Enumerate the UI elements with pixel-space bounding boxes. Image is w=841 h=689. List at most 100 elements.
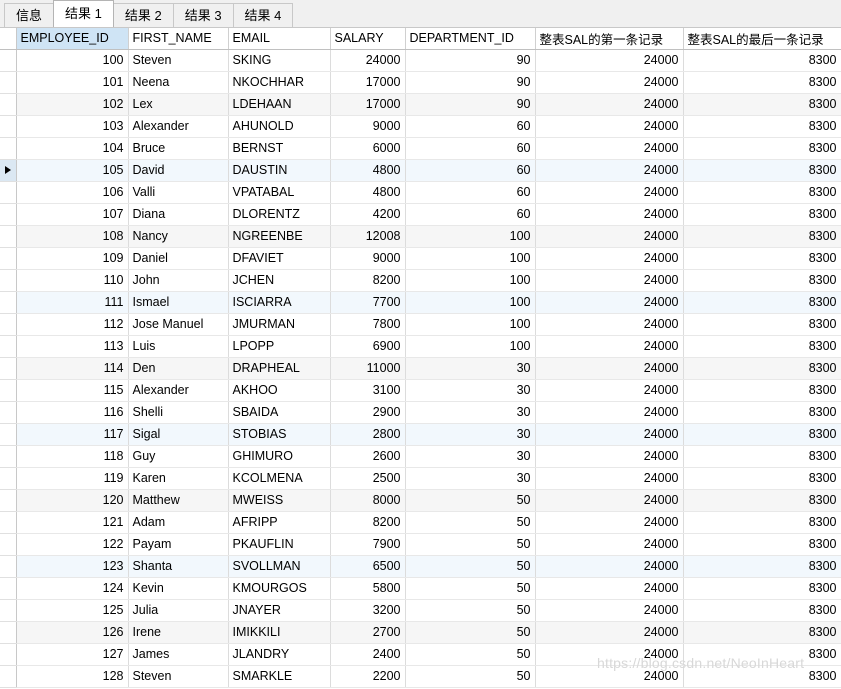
cell-6[interactable]: 8300 xyxy=(683,423,841,446)
cell-3[interactable]: 4800 xyxy=(330,181,406,204)
cell-3[interactable]: 3100 xyxy=(330,379,406,402)
cell-2[interactable]: JMURMAN xyxy=(228,313,331,336)
row-selector-cell[interactable] xyxy=(0,401,17,424)
cell-4[interactable]: 50 xyxy=(405,599,536,622)
cell-5[interactable]: 24000 xyxy=(535,313,684,336)
cell-1[interactable]: Lex xyxy=(128,93,229,116)
row-selector-cell[interactable] xyxy=(0,291,17,314)
result-tab-0[interactable]: 信息 xyxy=(4,3,55,27)
cell-2[interactable]: MWEISS xyxy=(228,489,331,512)
cell-5[interactable]: 24000 xyxy=(535,489,684,512)
table-row[interactable]: 126 Irene IMIKKILI 2700 50 24000 8300 xyxy=(0,621,841,644)
cell-3[interactable]: 17000 xyxy=(330,93,406,116)
cell-2[interactable]: DFAVIET xyxy=(228,247,331,270)
cell-6[interactable]: 8300 xyxy=(683,313,841,336)
row-selector-cell[interactable] xyxy=(0,225,17,248)
row-selector-cell[interactable] xyxy=(0,181,17,204)
row-selector-cell[interactable] xyxy=(0,511,17,534)
cell-1[interactable]: Neena xyxy=(128,71,229,94)
row-selector-cell[interactable] xyxy=(0,71,17,94)
cell-0[interactable]: 123 xyxy=(16,555,129,578)
cell-0[interactable]: 103 xyxy=(16,115,129,138)
table-row[interactable]: 121 Adam AFRIPP 8200 50 24000 8300 xyxy=(0,511,841,534)
table-row[interactable]: 111 Ismael ISCIARRA 7700 100 24000 8300 xyxy=(0,291,841,314)
cell-3[interactable]: 2500 xyxy=(330,467,406,490)
cell-4[interactable]: 50 xyxy=(405,577,536,600)
cell-3[interactable]: 2800 xyxy=(330,423,406,446)
cell-5[interactable]: 24000 xyxy=(535,225,684,248)
cell-4[interactable]: 100 xyxy=(405,225,536,248)
cell-2[interactable]: VPATABAL xyxy=(228,181,331,204)
cell-6[interactable]: 8300 xyxy=(683,137,841,160)
row-selector-cell[interactable] xyxy=(0,643,17,666)
table-row[interactable]: 123 Shanta SVOLLMAN 6500 50 24000 8300 xyxy=(0,555,841,578)
cell-3[interactable]: 9000 xyxy=(330,247,406,270)
cell-0[interactable]: 126 xyxy=(16,621,129,644)
cell-0[interactable]: 112 xyxy=(16,313,129,336)
cell-1[interactable]: Bruce xyxy=(128,137,229,160)
row-selector-cell[interactable] xyxy=(0,357,17,380)
cell-5[interactable]: 24000 xyxy=(535,599,684,622)
row-selector-cell[interactable] xyxy=(0,533,17,556)
row-selector-cell[interactable] xyxy=(0,621,17,644)
column-header-4[interactable]: DEPARTMENT_ID xyxy=(405,28,536,50)
cell-1[interactable]: Den xyxy=(128,357,229,380)
cell-1[interactable]: Steven xyxy=(128,665,229,688)
table-row[interactable]: 117 Sigal STOBIAS 2800 30 24000 8300 xyxy=(0,423,841,446)
cell-1[interactable]: Julia xyxy=(128,599,229,622)
cell-6[interactable]: 8300 xyxy=(683,621,841,644)
cell-6[interactable]: 8300 xyxy=(683,379,841,402)
cell-3[interactable]: 5800 xyxy=(330,577,406,600)
cell-1[interactable]: Alexander xyxy=(128,379,229,402)
table-row[interactable]: 102 Lex LDEHAAN 17000 90 24000 8300 xyxy=(0,93,841,116)
cell-2[interactable]: AFRIPP xyxy=(228,511,331,534)
table-row[interactable]: 119 Karen KCOLMENA 2500 30 24000 8300 xyxy=(0,467,841,490)
cell-5[interactable]: 24000 xyxy=(535,511,684,534)
cell-3[interactable]: 3200 xyxy=(330,599,406,622)
row-selector-cell[interactable] xyxy=(0,115,17,138)
cell-3[interactable]: 2200 xyxy=(330,665,406,688)
cell-0[interactable]: 122 xyxy=(16,533,129,556)
cell-4[interactable]: 90 xyxy=(405,93,536,116)
cell-2[interactable]: SMARKLE xyxy=(228,665,331,688)
cell-1[interactable]: Kevin xyxy=(128,577,229,600)
cell-0[interactable]: 114 xyxy=(16,357,129,380)
cell-2[interactable]: JCHEN xyxy=(228,269,331,292)
cell-6[interactable]: 8300 xyxy=(683,533,841,556)
cell-6[interactable]: 8300 xyxy=(683,643,841,666)
row-selector-cell[interactable] xyxy=(0,665,17,688)
cell-2[interactable]: BERNST xyxy=(228,137,331,160)
cell-2[interactable]: SVOLLMAN xyxy=(228,555,331,578)
result-tab-3[interactable]: 结果 3 xyxy=(172,3,234,27)
cell-5[interactable]: 24000 xyxy=(535,269,684,292)
cell-0[interactable]: 124 xyxy=(16,577,129,600)
result-tab-4[interactable]: 结果 4 xyxy=(232,3,294,27)
cell-6[interactable]: 8300 xyxy=(683,467,841,490)
cell-0[interactable]: 111 xyxy=(16,291,129,314)
cell-4[interactable]: 50 xyxy=(405,489,536,512)
table-row[interactable]: 104 Bruce BERNST 6000 60 24000 8300 xyxy=(0,137,841,160)
cell-5[interactable]: 24000 xyxy=(535,93,684,116)
table-row[interactable]: 125 Julia JNAYER 3200 50 24000 8300 xyxy=(0,599,841,622)
cell-0[interactable]: 128 xyxy=(16,665,129,688)
cell-1[interactable]: Nancy xyxy=(128,225,229,248)
table-row[interactable]: 120 Matthew MWEISS 8000 50 24000 8300 xyxy=(0,489,841,512)
cell-1[interactable]: John xyxy=(128,269,229,292)
cell-2[interactable]: JNAYER xyxy=(228,599,331,622)
cell-6[interactable]: 8300 xyxy=(683,445,841,468)
cell-2[interactable]: NGREENBE xyxy=(228,225,331,248)
cell-0[interactable]: 118 xyxy=(16,445,129,468)
cell-1[interactable]: Irene xyxy=(128,621,229,644)
cell-2[interactable]: AKHOO xyxy=(228,379,331,402)
cell-4[interactable]: 30 xyxy=(405,379,536,402)
cell-4[interactable]: 50 xyxy=(405,511,536,534)
cell-3[interactable]: 6000 xyxy=(330,137,406,160)
result-grid-container[interactable]: EMPLOYEE_ID FIRST_NAME EMAIL SALARY DEPARTME… xyxy=(0,28,841,689)
cell-0[interactable]: 117 xyxy=(16,423,129,446)
column-header-0[interactable]: EMPLOYEE_ID xyxy=(16,28,129,50)
cell-1[interactable]: Adam xyxy=(128,511,229,534)
cell-3[interactable]: 11000 xyxy=(330,357,406,380)
row-selector-cell[interactable] xyxy=(0,203,17,226)
cell-3[interactable]: 7900 xyxy=(330,533,406,556)
cell-1[interactable]: Payam xyxy=(128,533,229,556)
